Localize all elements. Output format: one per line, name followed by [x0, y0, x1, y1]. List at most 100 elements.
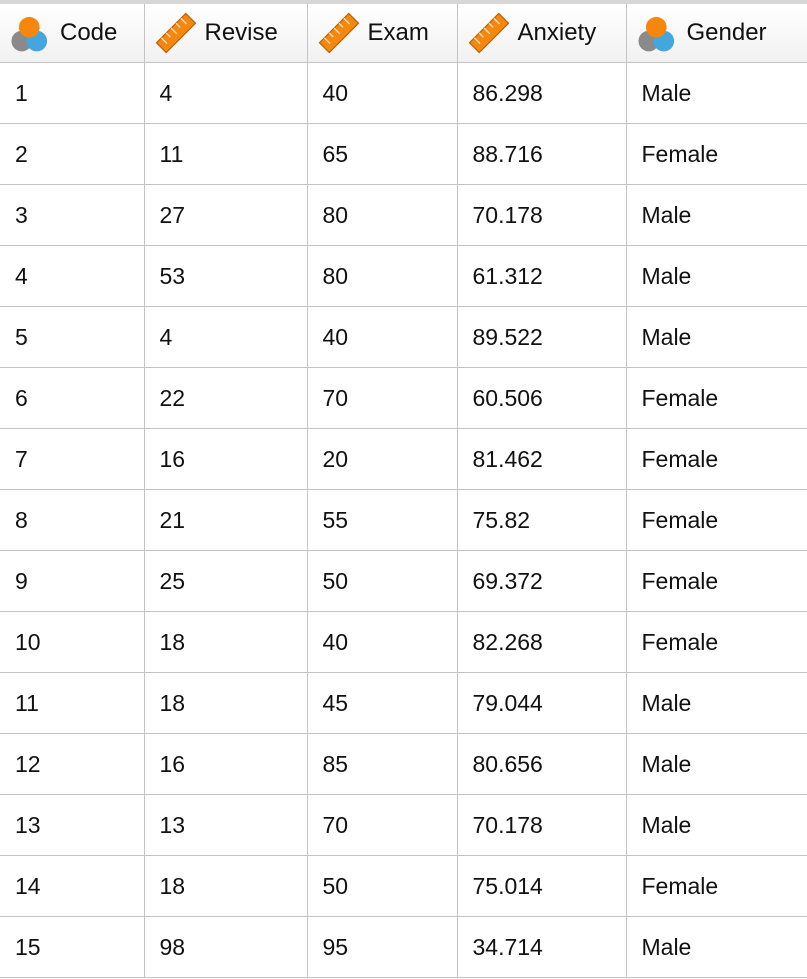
- data-table: Code Revise Exam Anxiety Gender 1 4 40 86.298 Ma…: [0, 4, 807, 978]
- cell-anxiety[interactable]: 75.014: [457, 855, 627, 917]
- table-row: 10 18 40 82.268 Female: [0, 611, 807, 673]
- cell-gender[interactable]: Female: [626, 855, 807, 917]
- cell-revise[interactable]: 18: [144, 611, 308, 673]
- cell-gender[interactable]: Female: [626, 428, 807, 490]
- cell-exam[interactable]: 55: [307, 489, 458, 551]
- column-header-exam[interactable]: Exam: [307, 4, 458, 63]
- cell-anxiety[interactable]: 89.522: [457, 306, 627, 368]
- cell-gender[interactable]: Female: [626, 550, 807, 612]
- column-header-revise[interactable]: Revise: [144, 4, 308, 63]
- cell-revise[interactable]: 13: [144, 794, 308, 856]
- cell-code[interactable]: 14: [0, 855, 145, 917]
- cell-exam[interactable]: 80: [307, 184, 458, 246]
- table-row: 12 16 85 80.656 Male: [0, 733, 807, 795]
- cell-revise[interactable]: 27: [144, 184, 308, 246]
- cell-revise[interactable]: 11: [144, 123, 308, 185]
- cell-code[interactable]: 12: [0, 733, 145, 795]
- cell-exam[interactable]: 85: [307, 733, 458, 795]
- cell-revise[interactable]: 98: [144, 916, 308, 978]
- table-row: 5 4 40 89.522 Male: [0, 306, 807, 368]
- cell-code[interactable]: 1: [0, 62, 145, 124]
- cell-anxiety[interactable]: 82.268: [457, 611, 627, 673]
- cell-anxiety[interactable]: 79.044: [457, 672, 627, 734]
- cell-gender[interactable]: Male: [626, 733, 807, 795]
- cell-gender[interactable]: Female: [626, 367, 807, 429]
- column-header-label: Anxiety: [517, 19, 597, 46]
- column-header-content: Gender: [635, 10, 807, 56]
- cell-anxiety[interactable]: 80.656: [457, 733, 627, 795]
- cell-anxiety[interactable]: 70.178: [457, 184, 627, 246]
- cell-code[interactable]: 8: [0, 489, 145, 551]
- cell-anxiety[interactable]: 86.298: [457, 62, 627, 124]
- column-header-content: Anxiety: [466, 10, 626, 56]
- column-header-gender[interactable]: Gender: [626, 4, 807, 63]
- cell-exam[interactable]: 20: [307, 428, 458, 490]
- cell-anxiety[interactable]: 75.82: [457, 489, 627, 551]
- cell-exam[interactable]: 70: [307, 794, 458, 856]
- cell-gender[interactable]: Male: [626, 62, 807, 124]
- cell-revise[interactable]: 4: [144, 62, 308, 124]
- cell-code[interactable]: 10: [0, 611, 145, 673]
- table-body: 1 4 40 86.298 Male 2 11 65 88.716 Female 3 27 80 70.1…: [0, 62, 807, 978]
- cell-anxiety[interactable]: 60.506: [457, 367, 627, 429]
- cell-code[interactable]: 2: [0, 123, 145, 185]
- scale-variable-icon: [155, 12, 196, 54]
- cell-gender[interactable]: Male: [626, 794, 807, 856]
- cell-exam[interactable]: 40: [307, 611, 458, 673]
- nominal-variable-icon: [11, 16, 48, 52]
- cell-exam[interactable]: 80: [307, 245, 458, 307]
- cell-anxiety[interactable]: 34.714: [457, 916, 627, 978]
- cell-code[interactable]: 7: [0, 428, 145, 490]
- cell-gender[interactable]: Male: [626, 245, 807, 307]
- table-row: 15 98 95 34.714 Male: [0, 916, 807, 978]
- cell-exam[interactable]: 50: [307, 855, 458, 917]
- column-header-anxiety[interactable]: Anxiety: [457, 4, 627, 63]
- table-row: 14 18 50 75.014 Female: [0, 855, 807, 917]
- column-header-label: Revise: [204, 19, 278, 46]
- table-row: 13 13 70 70.178 Male: [0, 794, 807, 856]
- cell-revise[interactable]: 18: [144, 672, 308, 734]
- cell-anxiety[interactable]: 61.312: [457, 245, 627, 307]
- cell-gender[interactable]: Male: [626, 916, 807, 978]
- cell-exam[interactable]: 45: [307, 672, 458, 734]
- cell-anxiety[interactable]: 81.462: [457, 428, 627, 490]
- cell-gender[interactable]: Female: [626, 611, 807, 673]
- cell-gender[interactable]: Male: [626, 672, 807, 734]
- cell-code[interactable]: 11: [0, 672, 145, 734]
- cell-gender[interactable]: Female: [626, 489, 807, 551]
- cell-gender[interactable]: Female: [626, 123, 807, 185]
- cell-exam[interactable]: 70: [307, 367, 458, 429]
- column-header-content: Exam: [316, 10, 457, 56]
- cell-revise[interactable]: 18: [144, 855, 308, 917]
- cell-revise[interactable]: 16: [144, 428, 308, 490]
- cell-revise[interactable]: 22: [144, 367, 308, 429]
- cell-exam[interactable]: 65: [307, 123, 458, 185]
- cell-exam[interactable]: 40: [307, 306, 458, 368]
- cell-revise[interactable]: 25: [144, 550, 308, 612]
- cell-code[interactable]: 9: [0, 550, 145, 612]
- cell-anxiety[interactable]: 69.372: [457, 550, 627, 612]
- cell-code[interactable]: 5: [0, 306, 145, 368]
- cell-gender[interactable]: Male: [626, 184, 807, 246]
- cell-code[interactable]: 6: [0, 367, 145, 429]
- cell-exam[interactable]: 95: [307, 916, 458, 978]
- cell-anxiety[interactable]: 88.716: [457, 123, 627, 185]
- table-row: 8 21 55 75.82 Female: [0, 489, 807, 551]
- cell-gender[interactable]: Male: [626, 306, 807, 368]
- table-row: 11 18 45 79.044 Male: [0, 672, 807, 734]
- table-row: 6 22 70 60.506 Female: [0, 367, 807, 429]
- column-header-content: Revise: [153, 10, 307, 56]
- cell-exam[interactable]: 50: [307, 550, 458, 612]
- cell-code[interactable]: 3: [0, 184, 145, 246]
- cell-revise[interactable]: 53: [144, 245, 308, 307]
- cell-exam[interactable]: 40: [307, 62, 458, 124]
- cell-revise[interactable]: 16: [144, 733, 308, 795]
- cell-revise[interactable]: 4: [144, 306, 308, 368]
- cell-anxiety[interactable]: 70.178: [457, 794, 627, 856]
- cell-revise[interactable]: 21: [144, 489, 308, 551]
- cell-code[interactable]: 13: [0, 794, 145, 856]
- cell-code[interactable]: 15: [0, 916, 145, 978]
- column-header-code[interactable]: Code: [0, 4, 145, 63]
- cell-code[interactable]: 4: [0, 245, 145, 307]
- table-row: 1 4 40 86.298 Male: [0, 62, 807, 124]
